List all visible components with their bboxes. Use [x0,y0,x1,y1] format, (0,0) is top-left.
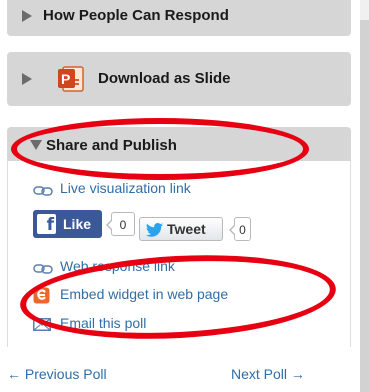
envelope-icon [33,318,51,336]
collapsed-arrow-icon [22,10,32,22]
like-label: Like [63,216,92,232]
panel-title: Share and Publish [46,137,177,154]
previous-poll-link[interactable]: ← Previous Poll [7,366,107,382]
svg-text:P: P [61,71,70,87]
next-poll-link[interactable]: Next Poll → [231,366,305,382]
panel-share-and-publish[interactable]: Share and Publish [7,127,351,161]
web-response-link[interactable]: Web response link [60,258,175,274]
embed-widget-link[interactable]: Embed widget in web page [60,286,228,302]
like-count-value: 0 [119,218,127,232]
link-chain-icon [33,262,55,280]
facebook-like-button[interactable]: f Like [33,210,102,238]
right-edge-bar [360,0,369,392]
facebook-icon: f [37,214,56,235]
like-count: 0 [106,212,135,236]
tweet-count: 0 [229,217,251,241]
twitter-bird-icon [146,222,164,240]
tweet-button[interactable]: Tweet [139,217,223,241]
expanded-arrow-icon [30,140,42,150]
collapsed-arrow-icon [22,73,32,85]
panel-title: How People Can Respond [43,7,229,24]
tweet-label: Tweet [167,221,206,237]
powerpoint-icon: P [57,65,85,93]
link-chain-icon [33,184,55,202]
panel-title: Download as Slide [98,70,231,87]
email-poll-link[interactable]: Email this poll [60,315,146,331]
tweet-count-value: 0 [239,223,246,237]
panel-how-people-can-respond[interactable]: How People Can Respond [7,0,351,36]
panel-download-as-slide[interactable]: P Download as Slide [7,52,351,106]
embed-code-icon [33,287,50,309]
right-edge-bar-top [360,0,369,20]
live-visualization-link[interactable]: Live visualization link [60,180,191,196]
